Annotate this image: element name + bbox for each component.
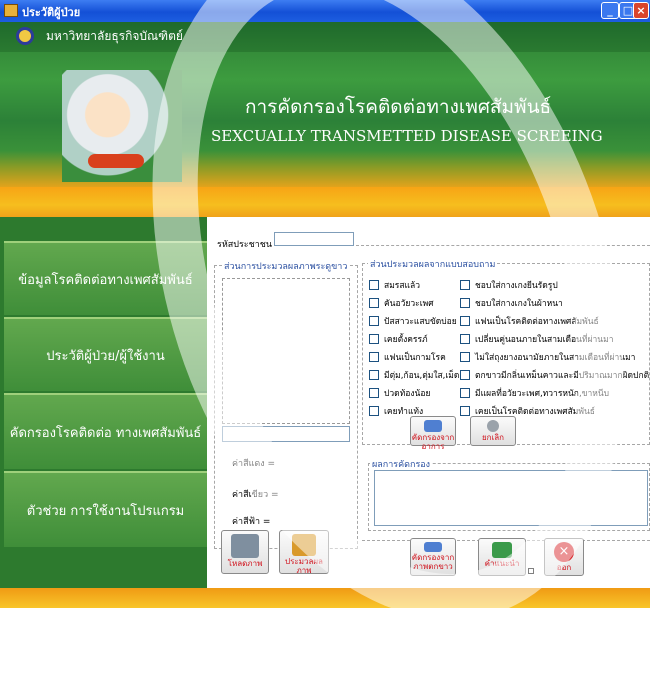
- banner-title-th: การคัดกรองโรคติดต่อทางเพศสัมพันธ์: [245, 96, 552, 118]
- screen-questionnaire-button[interactable]: คัดกรองจากอาการ: [410, 416, 456, 451]
- orange-divider: [0, 187, 650, 217]
- checkbox-married[interactable]: สมรสแล้ว: [369, 278, 420, 292]
- checkbox-genital-sores[interactable]: มีแผลที่อวัยวะเพศ,ทวารหนัก,ขาหนีบ: [460, 386, 609, 400]
- image-path-input[interactable]: [222, 426, 350, 442]
- checkbox-genital-itch[interactable]: คันอวัยวะเพศ: [369, 296, 434, 310]
- screening-icon: [424, 542, 442, 552]
- cancel-button[interactable]: ยกเลิก: [470, 416, 516, 446]
- checkbox-lumps[interactable]: มีตุ่ม,ก้อน,ตุ่มใส,เม็ด: [369, 368, 459, 382]
- sidebar-item-screening[interactable]: คัดกรองโรคติดต่อ ทางเพศสัมพันธ์: [4, 393, 207, 469]
- checkbox-abnormal-discharge[interactable]: ตกขาวมีกลิ่นเหม็นคาวและมีปริมาณมากผิดปกต…: [460, 368, 649, 382]
- checkbox-partner-vd[interactable]: แฟนเป็นกามโรค: [369, 350, 446, 364]
- blue-value-label: ค่าสีฟ้า =: [232, 517, 271, 527]
- sidebar-item-label: ข้อมูลโรคติดต่อทางเพศสัมพันธ์: [18, 272, 193, 288]
- load-image-button[interactable]: โหลดภาพ: [221, 530, 269, 574]
- result-output: [374, 470, 648, 526]
- advice-button[interactable]: คำแนะนำ: [478, 538, 526, 576]
- id-input[interactable]: [274, 232, 354, 246]
- university-bar: มหาวิทยาลัยธุรกิจบัณฑิตย์: [0, 22, 650, 52]
- id-label: รหัสประชาชน: [217, 240, 273, 250]
- app-icon: [4, 4, 18, 17]
- checkbox-new-partner[interactable]: เปลี่ยนคู่นอนภายในสามเดือนที่ผ่านมา: [460, 332, 613, 346]
- sidebar-item-label: คัดกรองโรคติดต่อ ทางเพศสัมพันธ์: [9, 425, 202, 441]
- banner-title-en: SEXCUALLY TRANSMETTED DISEASE SCREEING: [211, 127, 603, 145]
- photo-object: [88, 154, 144, 168]
- university-logo: [16, 27, 34, 45]
- exit-button[interactable]: × ออก: [544, 538, 584, 576]
- title-bar: ประวัติผู้ป่วย _ □ ×: [0, 0, 650, 22]
- sidebar-item-help[interactable]: ตัวช่วย การใช้งานโปรแกรม: [4, 471, 207, 547]
- screen-image-button[interactable]: คัดกรองจากภาพตกขาว: [410, 538, 456, 576]
- sidebar-item-label: ประวัติผู้ป่วย/ผู้ใช้งาน: [46, 348, 165, 364]
- process-image-button[interactable]: ประมวลผลภาพ: [279, 530, 329, 575]
- orange-footer: [0, 588, 650, 608]
- minimize-button[interactable]: _: [601, 2, 619, 19]
- trash-icon: [487, 420, 499, 432]
- close-icon: ×: [554, 542, 574, 562]
- checkbox-pregnant-before[interactable]: เคยตั้งครรภ์: [369, 332, 428, 346]
- close-button[interactable]: ×: [633, 2, 649, 19]
- checkbox-partner-std[interactable]: แฟนเป็นโรคติดต่อทางเพศสัมพันธ์: [460, 314, 599, 328]
- advice-icon: [492, 542, 512, 558]
- checkbox-no-condom[interactable]: ไม่ใส่ถุงยางอนามัยภายในสามเดือนที่ผ่านมา: [460, 350, 635, 364]
- questionnaire-title: ส่วนประมวลผลจากแบบสอบถาม: [368, 257, 498, 271]
- clipboard-icon: [292, 534, 316, 556]
- checkbox-painful-urination[interactable]: ปัสสาวะแสบขัดบ่อย: [369, 314, 457, 328]
- sidebar-item-label: ตัวช่วย การใช้งานโปรแกรม: [26, 503, 185, 519]
- window-title: ประวัติผู้ป่วย: [22, 6, 81, 19]
- sidebar-item-std-info[interactable]: ข้อมูลโรคติดต่อทางเพศสัมพันธ์: [4, 241, 207, 315]
- camera-icon: [231, 534, 259, 558]
- green-value-label: ค่าสีเขียว =: [232, 490, 279, 500]
- checkbox-thick-underwear[interactable]: ชอบใส่กางเกงในผ้าหนา: [460, 296, 563, 310]
- sidebar-item-patient-history[interactable]: ประวัติผู้ป่วย/ผู้ใช้งาน: [4, 317, 207, 391]
- screening-icon: [424, 420, 442, 432]
- divider: [356, 245, 650, 246]
- small-checkbox[interactable]: [528, 568, 534, 574]
- result-title: ผลการคัดกรอง: [370, 457, 433, 471]
- image-preview: [222, 278, 350, 424]
- checkbox-tight-jeans[interactable]: ชอบใส่กางเกงยีนรัดรูป: [460, 278, 558, 292]
- university-name: มหาวิทยาลัยธุรกิจบัณฑิตย์: [46, 29, 183, 43]
- image-group-title: ส่วนการประมวลผลภาพระดูขาว: [222, 259, 350, 273]
- checkbox-pelvic-pain[interactable]: ปวดท้องน้อย: [369, 386, 430, 400]
- header-photo: [62, 70, 182, 182]
- red-value-label: ค่าสีแดง =: [232, 459, 276, 469]
